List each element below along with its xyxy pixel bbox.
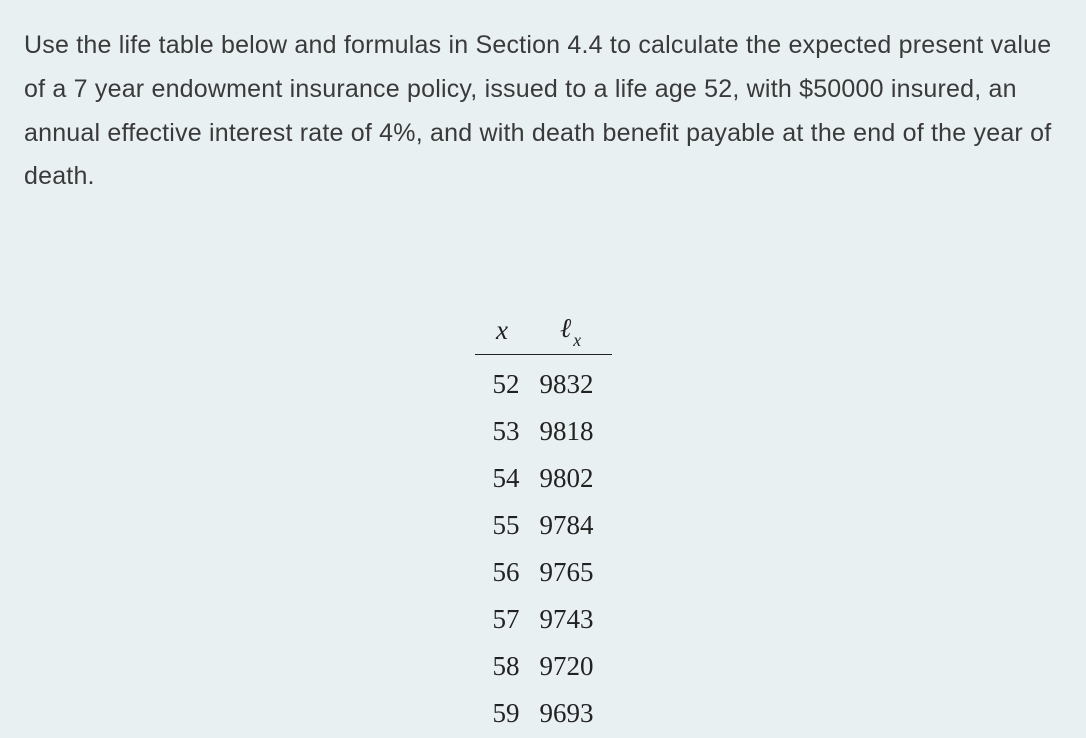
life-table: x ℓx 52 9832 53 9818 54 9802 [475, 309, 612, 737]
table-row: 53 9818 [475, 408, 612, 455]
column-header-x: x [475, 309, 530, 355]
lx-script-letter: ℓ [560, 313, 571, 343]
table-row: 54 9802 [475, 455, 612, 502]
table-row: 56 9765 [475, 549, 612, 596]
cell-lx: 9720 [530, 643, 612, 690]
table-row: 52 9832 [475, 355, 612, 409]
cell-lx: 9693 [530, 690, 612, 737]
table-row: 58 9720 [475, 643, 612, 690]
cell-lx: 9832 [530, 355, 612, 409]
cell-x: 54 [475, 455, 530, 502]
cell-x: 58 [475, 643, 530, 690]
cell-lx: 9802 [530, 455, 612, 502]
question-text: Use the life table below and formulas in… [24, 24, 1062, 199]
cell-x: 56 [475, 549, 530, 596]
cell-x: 52 [475, 355, 530, 409]
table-row: 57 9743 [475, 596, 612, 643]
lx-subscript: x [573, 330, 581, 350]
column-header-lx: ℓx [530, 309, 612, 355]
cell-lx: 9784 [530, 502, 612, 549]
cell-lx: 9818 [530, 408, 612, 455]
cell-x: 55 [475, 502, 530, 549]
life-table-container: x ℓx 52 9832 53 9818 54 9802 [24, 309, 1062, 737]
cell-x: 57 [475, 596, 530, 643]
cell-x: 59 [475, 690, 530, 737]
table-row: 59 9693 [475, 690, 612, 737]
cell-lx: 9743 [530, 596, 612, 643]
table-header-row: x ℓx [475, 309, 612, 355]
cell-x: 53 [475, 408, 530, 455]
table-body: 52 9832 53 9818 54 9802 55 9784 56 9765 … [475, 355, 612, 738]
table-row: 55 9784 [475, 502, 612, 549]
cell-lx: 9765 [530, 549, 612, 596]
